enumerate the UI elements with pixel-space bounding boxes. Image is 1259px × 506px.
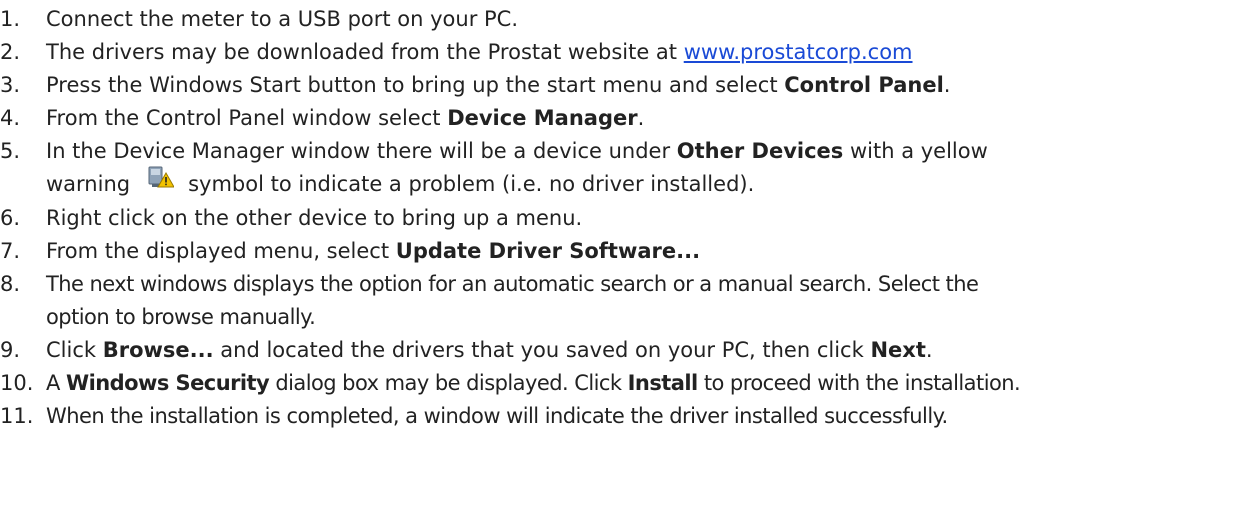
step-text-end: . [925,338,933,362]
step-text: Right click on the other device to bring… [46,206,583,230]
step-text-line1: The next windows displays the option for… [46,272,979,296]
install-steps-list: 1. Connect the meter to a USB port on yo… [0,3,1259,433]
step-text-line2-end: symbol to indicate a problem (i.e. no dr… [188,172,755,196]
step-text: When the installation is completed, a wi… [46,404,948,428]
step-6: 6. Right click on the other device to br… [0,202,1259,235]
step-number: 8. [0,272,21,296]
step-text-end: to proceed with the installation. [697,371,1021,395]
control-panel-term: Control Panel [784,73,944,97]
step-text: From the displayed menu, select [46,239,396,263]
step-8: 8. The next windows displays the option … [0,268,1259,334]
step-text-line2: warning [46,172,131,196]
next-term: Next [870,338,926,362]
step-text: Click [46,338,103,362]
step-2: 2. The drivers may be downloaded from th… [0,36,1259,69]
step-number: 5. [0,139,21,163]
step-number: 11. [0,404,34,428]
prostat-website-link[interactable]: www.prostatcorp.com [684,40,913,64]
step-text: The drivers may be downloaded from the P… [46,40,684,64]
step-text-mid: and located the drivers that you saved o… [213,338,871,362]
browse-term: Browse... [102,338,214,362]
step-number: 10. [0,371,34,395]
step-text: Press the Windows Start button to bring … [46,73,785,97]
step-text-end: . [943,73,951,97]
instructions-document: 1. Connect the meter to a USB port on yo… [0,0,1259,506]
step-number: 1. [0,7,21,31]
step-text: In the Device Manager window there will … [46,139,677,163]
step-number: 2. [0,40,21,64]
step-number: 6. [0,206,21,230]
other-devices-term: Other Devices [676,139,844,163]
update-driver-software-term: Update Driver Software... [395,239,701,263]
step-4: 4. From the Control Panel window select … [0,102,1259,135]
step-text-end: . [637,106,645,130]
step-number: 9. [0,338,21,362]
step-1: 1. Connect the meter to a USB port on yo… [0,3,1259,36]
warning-device-icon [148,165,175,199]
step-number: 7. [0,239,21,263]
step-11: 11. When the installation is completed, … [0,400,1259,433]
step-text-line2: option to browse manually. [46,305,316,329]
step-3: 3. Press the Windows Start button to bri… [0,69,1259,102]
step-text: From the Control Panel window select [46,106,448,130]
step-text-mid: dialog box may be displayed. Click [269,371,628,395]
step-number: 4. [0,106,21,130]
step-text: A [46,371,66,395]
step-number: 3. [0,73,21,97]
step-10: 10. A Windows Security dialog box may be… [0,367,1259,400]
device-manager-term: Device Manager [447,106,638,130]
install-term: Install [627,371,699,395]
step-text-mid: with a yellow [843,139,988,163]
step-5: 5. In the Device Manager window there wi… [0,135,1259,202]
windows-security-term: Windows Security [65,371,270,395]
step-9: 9. Click Browse... and located the drive… [0,334,1259,367]
step-7: 7. From the displayed menu, select Updat… [0,235,1259,268]
step-text: Connect the meter to a USB port on your … [46,7,519,31]
